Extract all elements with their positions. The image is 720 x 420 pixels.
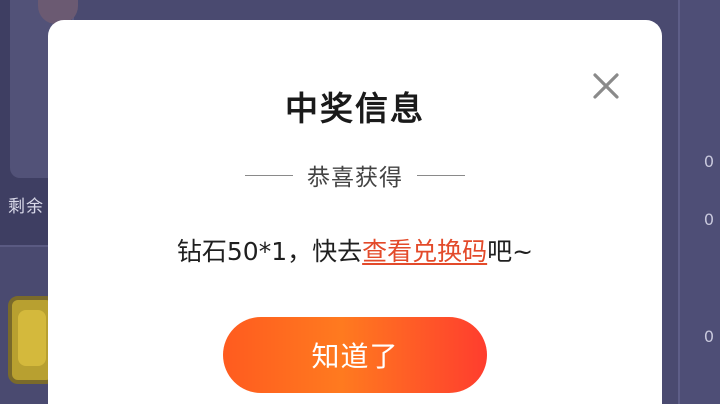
view-redeem-code-link[interactable]: 查看兑换码 bbox=[362, 237, 487, 266]
subtitle-row: 恭喜获得 bbox=[48, 158, 662, 192]
prize-text: 钻石50*1，快去 bbox=[176, 237, 363, 266]
right-count-3: 0 bbox=[703, 327, 715, 346]
close-icon[interactable] bbox=[588, 68, 624, 104]
subtitle-divider-right bbox=[417, 174, 465, 176]
confirm-button[interactable]: 知道了 bbox=[223, 317, 487, 393]
remaining-label: 剩余 bbox=[8, 197, 44, 217]
right-count-2: 0 bbox=[703, 210, 715, 229]
subtitle-text: 恭喜获得 bbox=[307, 165, 403, 191]
prize-suffix: 吧~ bbox=[487, 237, 534, 266]
subtitle-divider-left bbox=[245, 174, 293, 176]
prize-dialog: 中奖信息 恭喜获得 钻石50*1，快去查看兑换码吧~ 知道了 bbox=[48, 20, 662, 420]
close-icon-graphic bbox=[593, 73, 619, 99]
dialog-title: 中奖信息 bbox=[285, 89, 425, 128]
coin-inner bbox=[18, 310, 46, 366]
prize-message: 钻石50*1，快去查看兑换码吧~ bbox=[48, 232, 662, 268]
right-count-1: 0 bbox=[703, 152, 715, 171]
